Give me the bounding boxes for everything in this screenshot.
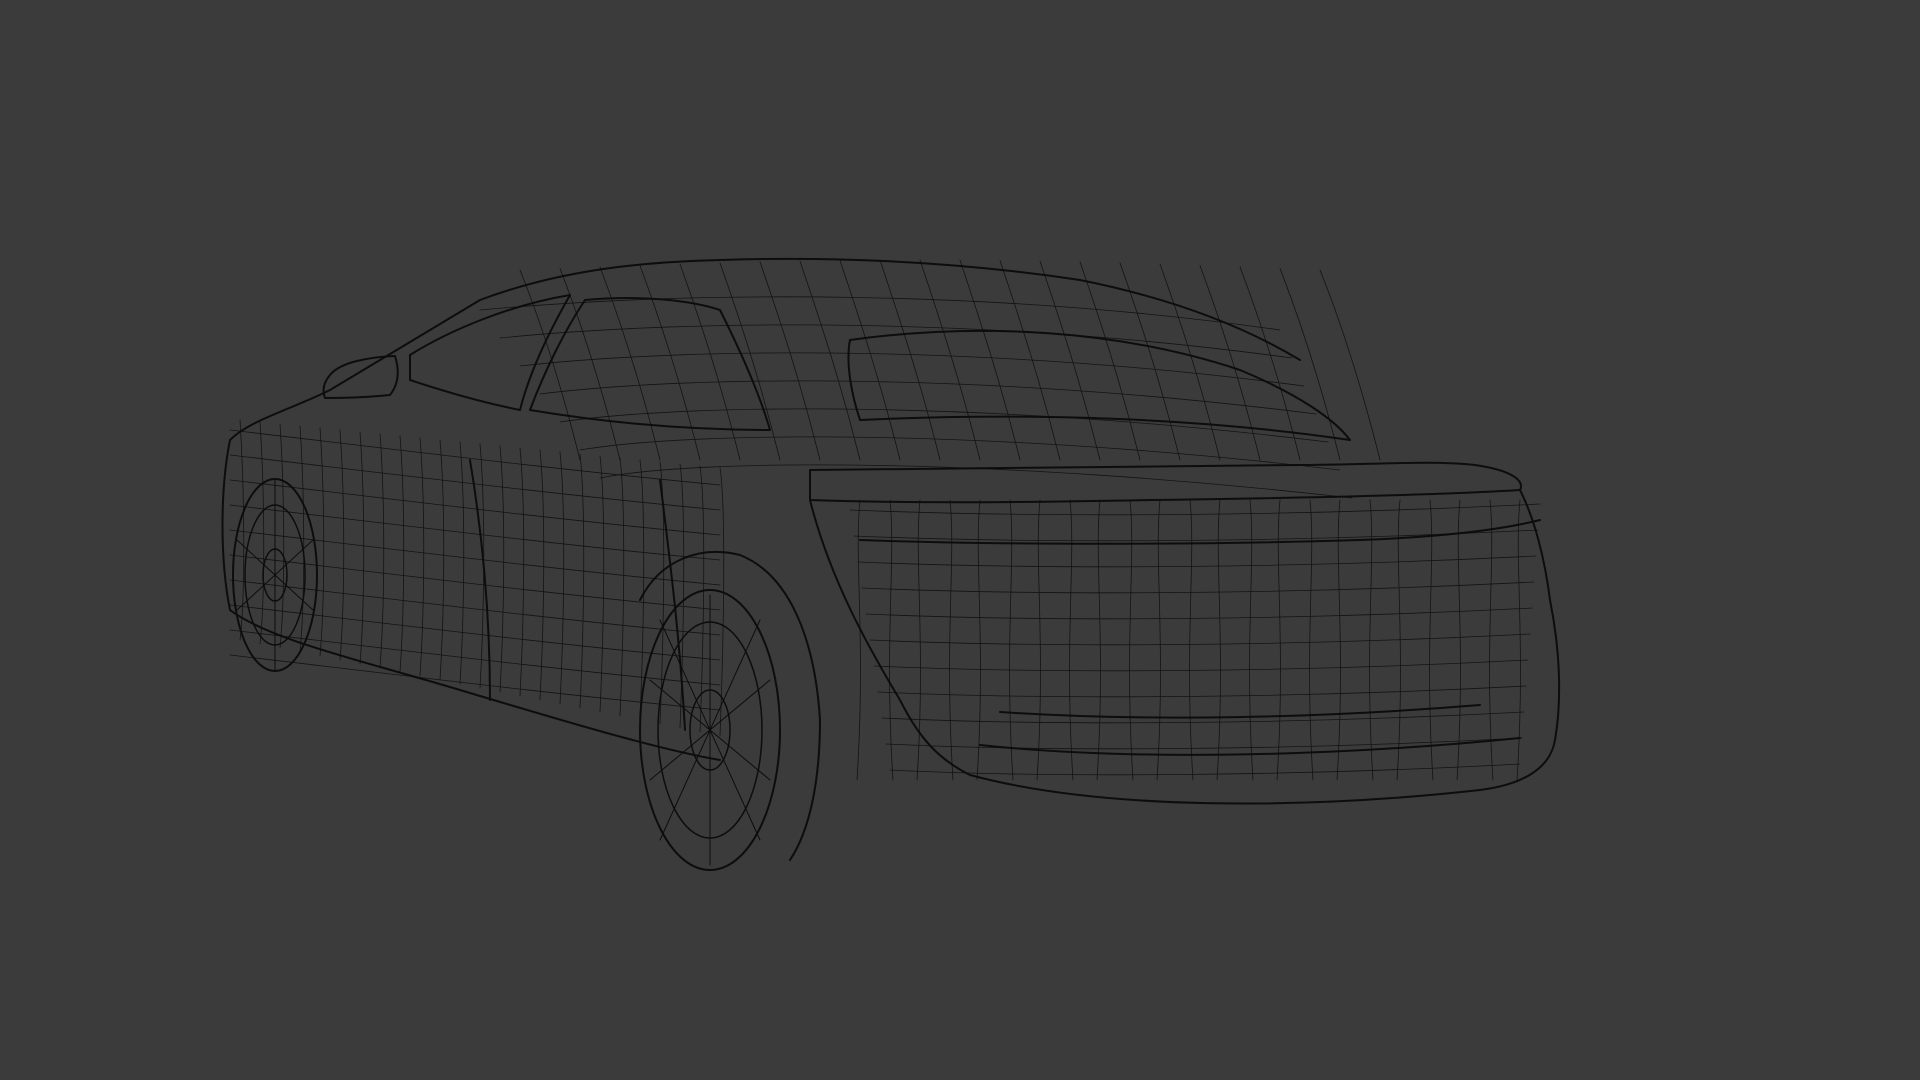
door-line-1	[469, 459, 491, 701]
mesh-edge	[1319, 269, 1381, 461]
mesh-edge	[499, 445, 505, 693]
mesh-edge	[359, 431, 365, 665]
mesh-edge	[1216, 499, 1221, 781]
mesh-edge	[889, 763, 1521, 776]
mesh-edge	[1456, 499, 1461, 781]
mesh-edge	[959, 259, 1021, 461]
mesh-edge	[229, 629, 721, 686]
mesh-edge	[229, 654, 721, 711]
mesh-edge	[679, 263, 741, 461]
mesh-edge	[479, 296, 1281, 331]
mesh-edge	[1129, 499, 1134, 781]
mesh-edge	[1429, 499, 1434, 781]
side-window-front	[409, 294, 571, 411]
rear-wheel-arch	[639, 551, 821, 861]
car-wireframe-model[interactable]	[0, 0, 1920, 1080]
mesh-edge	[339, 429, 345, 661]
mesh-edge	[856, 499, 861, 781]
mesh-edge	[559, 451, 565, 705]
mesh-edge	[861, 581, 1535, 594]
side-window-rear	[529, 297, 771, 431]
bumper-line-2	[979, 737, 1521, 756]
mesh-edge	[869, 633, 1531, 646]
mesh-edge	[599, 464, 1353, 499]
mesh-edge	[849, 503, 1541, 516]
mesh-edge	[1369, 499, 1374, 781]
mesh-edge	[399, 435, 405, 673]
bumper-line-1	[999, 704, 1481, 719]
mesh-edge	[459, 441, 465, 685]
mesh-edge	[499, 324, 1293, 359]
3d-viewport[interactable]	[0, 0, 1920, 1080]
mesh-edge	[1009, 499, 1014, 781]
mesh-edge	[885, 737, 1523, 750]
mesh-edge	[229, 604, 721, 661]
mesh-edge	[919, 259, 981, 461]
mesh-edge	[519, 447, 525, 697]
mesh-edge	[1189, 499, 1194, 781]
mesh-edge	[1039, 260, 1101, 461]
rear-wheel	[639, 589, 781, 871]
side-body	[221, 299, 721, 761]
mesh-edge	[799, 260, 861, 461]
mesh-edge	[379, 433, 385, 669]
mesh-edge	[579, 453, 585, 709]
mesh-edge	[419, 437, 425, 677]
mesh-edge	[1036, 499, 1041, 781]
mesh-edge	[1336, 499, 1341, 781]
mesh-edge	[865, 607, 1533, 620]
mesh-edge	[1239, 266, 1301, 461]
mesh-edge	[879, 259, 941, 461]
mesh-edge	[439, 439, 445, 681]
mesh-edge	[1156, 499, 1161, 781]
mesh-edge	[857, 555, 1537, 568]
mesh-edge	[1489, 499, 1494, 781]
mesh-edge	[539, 449, 545, 701]
mesh-edge	[319, 427, 325, 657]
rear-body	[809, 489, 1561, 805]
side-mirror	[322, 355, 399, 399]
mesh-edge	[1096, 499, 1101, 781]
mesh-edge	[259, 421, 265, 645]
mesh-edge	[599, 455, 605, 713]
mesh-edge	[877, 685, 1527, 698]
front-wheel	[232, 478, 318, 672]
mesh-edge	[619, 457, 625, 717]
mesh-edge	[1069, 499, 1074, 781]
trunk-lip	[809, 461, 1522, 504]
rear-window	[847, 329, 1351, 441]
mesh-edge	[1119, 262, 1181, 461]
mesh-edge	[229, 429, 721, 486]
